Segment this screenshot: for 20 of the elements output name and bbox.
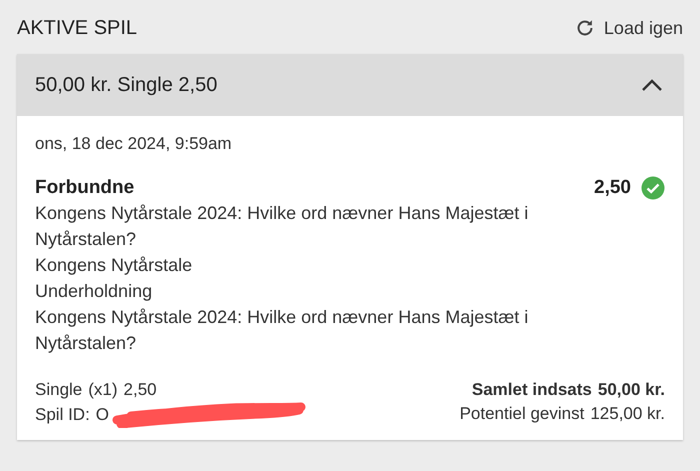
selection-detail: Kongens Nytårstale	[35, 254, 194, 277]
win-value: 125,00 kr.	[590, 403, 665, 425]
win-label: Potentiel gevinst	[460, 403, 584, 425]
selection-detail: Underholdning	[35, 280, 154, 303]
stake-value: 50,00 kr.	[598, 379, 665, 401]
selection-detail: Kongens Nytårstale 2024: Hvilke ord nævner Hans Majestæt i Nytårstalen?	[35, 202, 530, 251]
selection-detail: Kongens Nytårstale 2024: Hvilke ord nævner Hans Majestæt i Nytårstalen?	[35, 306, 530, 355]
reload-button[interactable]: Load igen	[574, 17, 683, 39]
id-value: O	[96, 404, 110, 426]
bet-summary-header[interactable]: 50,00 kr. Single 2,50	[17, 54, 683, 116]
selection-title: Forbundne	[35, 177, 136, 199]
odds-value: 2,50	[594, 177, 631, 199]
bet-odds: 2,50	[124, 379, 157, 401]
id-label: Spil ID:	[35, 404, 90, 426]
multiplier: (x1)	[88, 379, 118, 401]
section-title: AKTIVE SPIL	[17, 16, 138, 40]
stake-label: Samlet indsats	[472, 379, 592, 401]
bet-date: ons, 18 dec 2024, 9:59am	[35, 134, 233, 154]
bet-type: Single	[35, 379, 82, 401]
check-circle-icon	[641, 176, 665, 200]
